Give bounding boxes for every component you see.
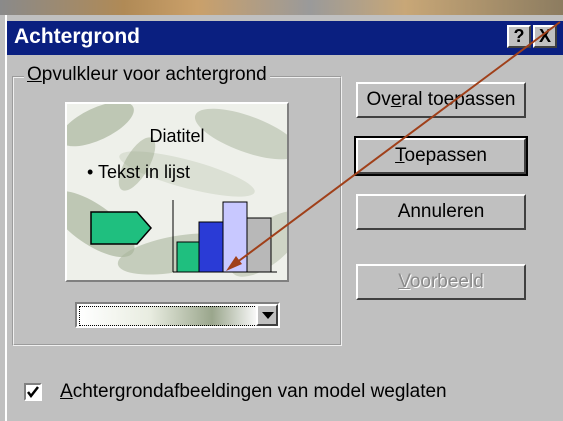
dropdown-button[interactable] [256, 304, 278, 326]
apply-all-button[interactable]: Overal toepassen [356, 82, 526, 118]
apply-button[interactable]: Toepassen [354, 136, 528, 176]
help-button[interactable]: ? [507, 25, 531, 48]
selected-fill-swatch [79, 306, 257, 326]
bar-1 [176, 241, 200, 273]
dialog-title: Achtergrond [14, 25, 140, 48]
close-button[interactable]: X [533, 25, 557, 48]
bar-2 [198, 221, 224, 273]
fill-color-dropdown[interactable] [75, 302, 280, 328]
chevron-down-icon [262, 312, 274, 319]
preview-button[interactable]: Voorbeeld [356, 264, 526, 300]
bar-3 [222, 201, 248, 273]
check-icon [27, 386, 39, 399]
omit-background-graphics-checkbox[interactable] [24, 383, 42, 401]
preview-graphics [90, 200, 277, 273]
arrow-shape [90, 211, 152, 245]
title-bar[interactable]: Achtergrond ? X [7, 21, 563, 55]
cancel-button[interactable]: Annuleren [356, 194, 526, 230]
omit-background-graphics-label[interactable]: Achtergrondafbeeldingen van model weglat… [60, 381, 447, 403]
bar-4 [246, 217, 272, 273]
slide-preview: Diatitel • Tekst in lijst [65, 102, 289, 282]
fill-color-group-label: Opvulkleur voor achtergrond [24, 64, 270, 86]
background-strip [0, 0, 563, 15]
